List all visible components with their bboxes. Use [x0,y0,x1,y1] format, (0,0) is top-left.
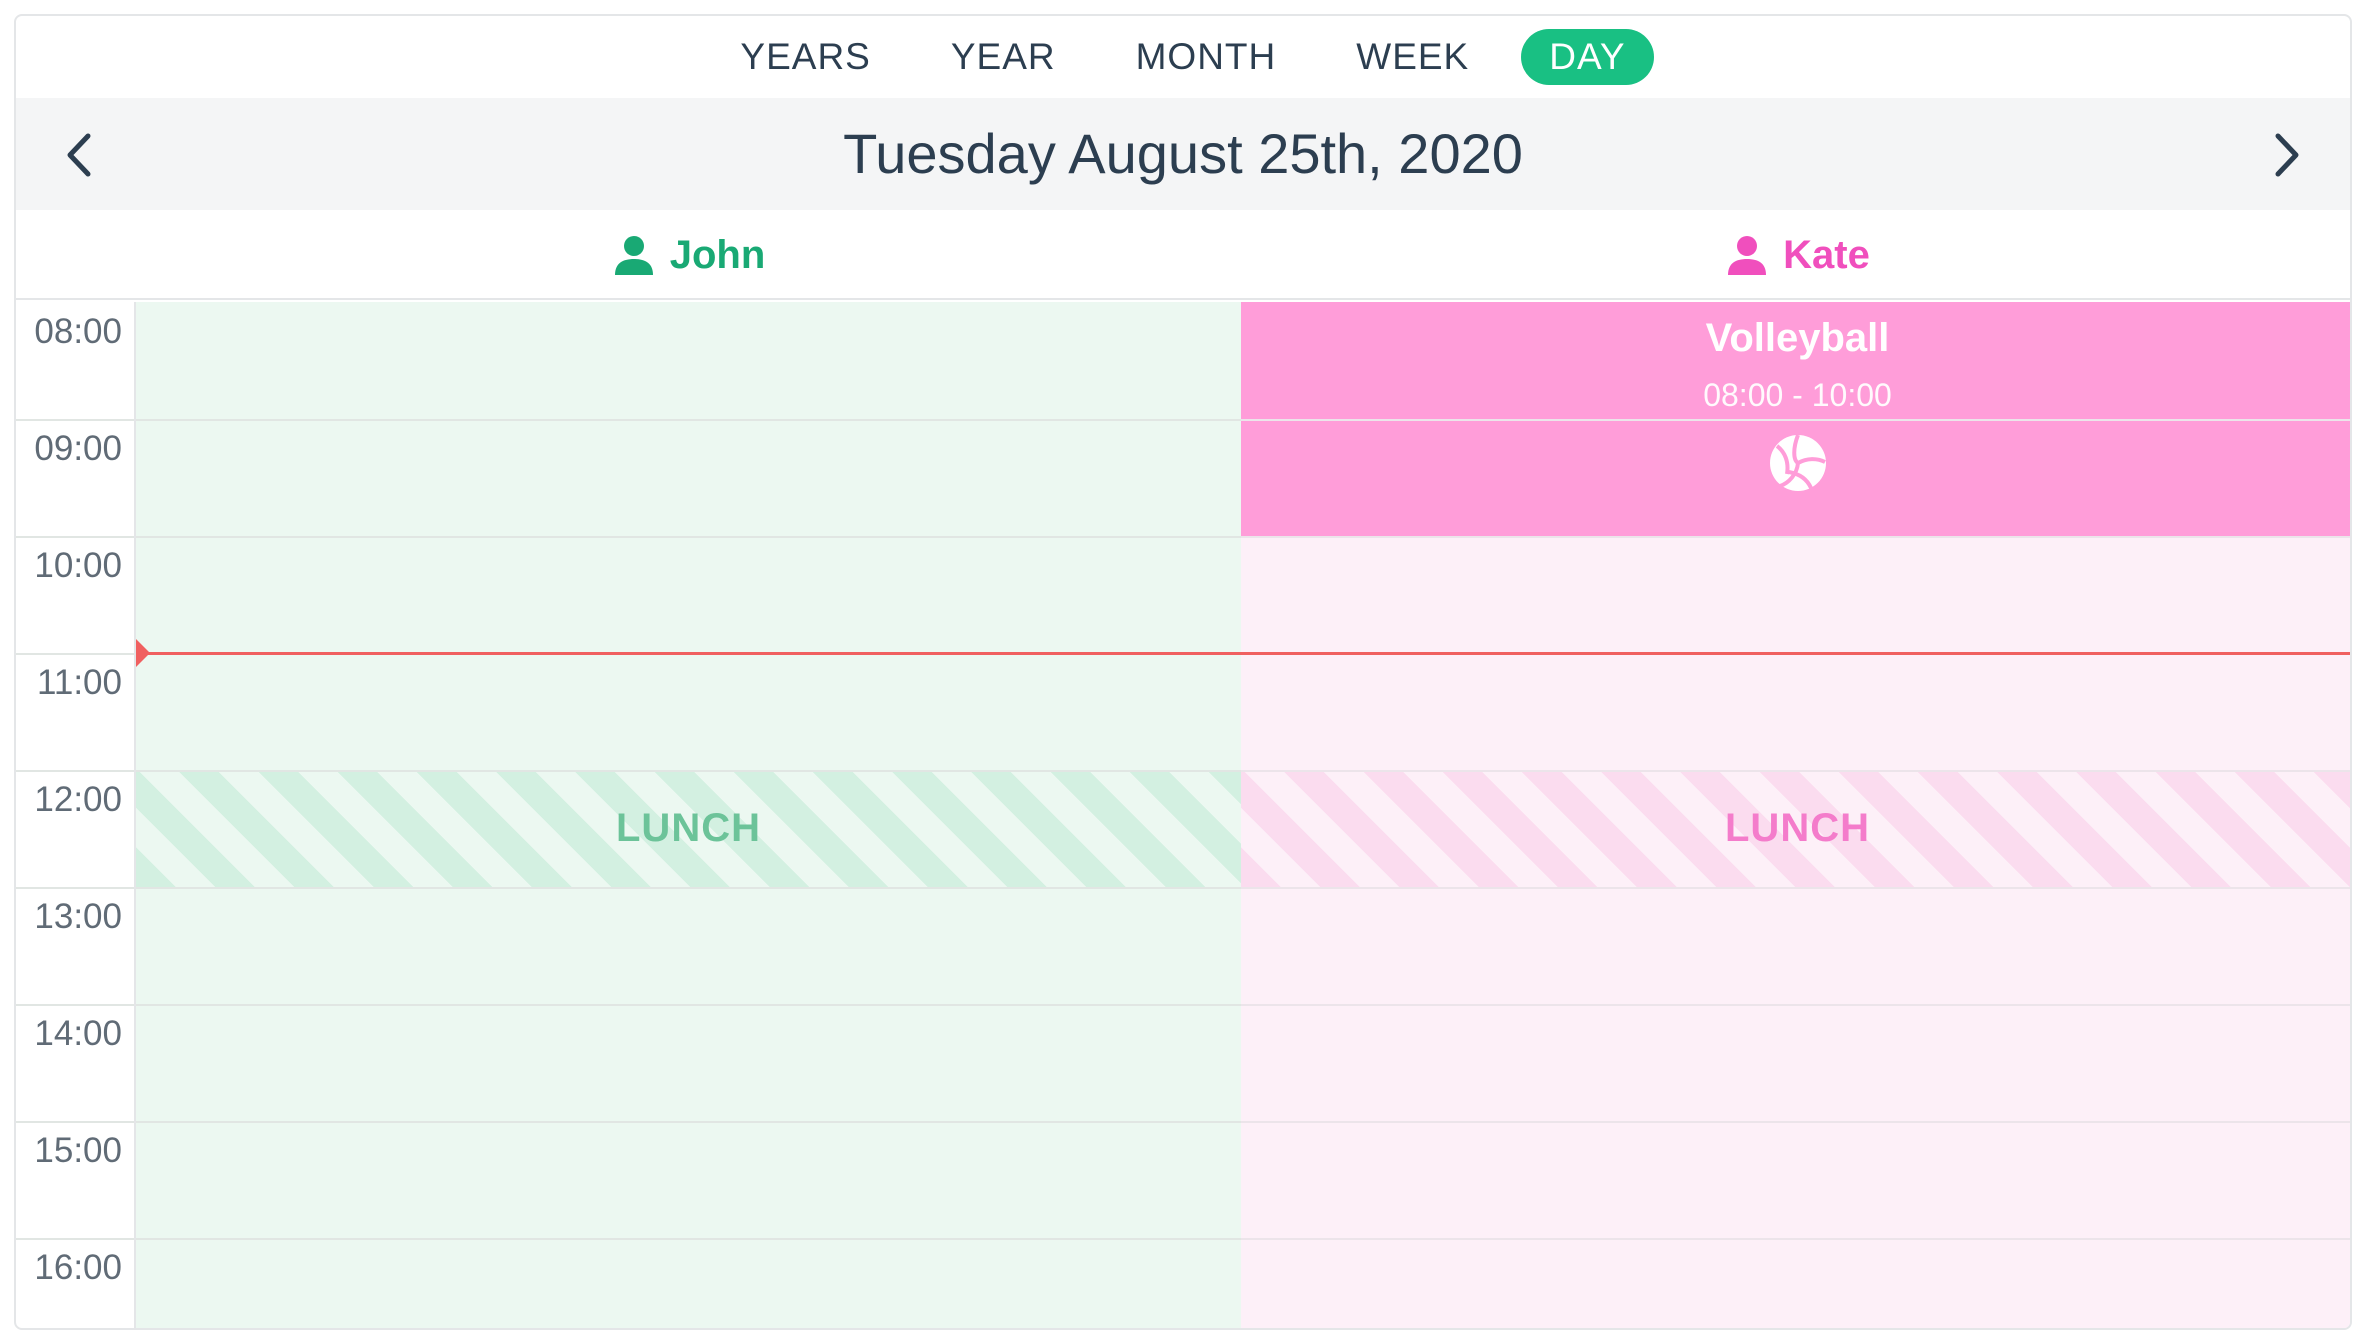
current-time-line [136,652,2350,655]
view-switcher: YEARS YEAR MONTH WEEK DAY [16,16,2350,98]
hour-line [16,1121,134,1123]
hour-line [1241,1121,2350,1123]
time-label: 13:00 [34,897,122,936]
current-time-marker [136,639,150,667]
time-label: 16:00 [34,1248,122,1287]
time-label: 15:00 [34,1131,122,1170]
view-years-button[interactable]: YEARS [712,29,898,85]
view-year-button[interactable]: YEAR [923,29,1084,85]
chevron-right-icon [2275,133,2299,177]
hour-line [1241,770,2350,772]
hour-line [136,536,1241,538]
hour-line [16,536,134,538]
person-name: John [669,232,766,277]
day-grid: 08:00 09:00 10:00 11:00 12:00 13:00 14:00 15:00… [16,302,2350,1328]
time-label: 08:00 [34,312,122,351]
time-label: 11:00 [37,663,122,702]
next-day-button[interactable] [2250,120,2320,190]
time-label: 10:00 [34,546,122,585]
calendar-frame: YEARS YEAR MONTH WEEK DAY Tuesday August… [14,14,2352,1330]
lunch-label: LUNCH [616,806,761,850]
lunch-block: LUNCH [136,770,1241,887]
hour-line [136,1238,1241,1240]
time-column: 08:00 09:00 10:00 11:00 12:00 13:00 14:00 15:00… [16,302,136,1328]
event-title: Volleyball [1705,316,1890,360]
person-header-john[interactable]: John [136,210,1241,300]
volleyball-icon [1769,434,1826,491]
hour-line [136,770,1241,772]
hour-line [136,1121,1241,1123]
hour-line [1241,1238,2350,1240]
lunch-label: LUNCH [1725,806,1870,850]
date-title: Tuesday August 25th, 2020 [843,122,1523,185]
hour-line [1241,419,2350,421]
hour-line [136,887,1241,889]
hour-line [16,419,134,421]
view-day-button[interactable]: DAY [1521,29,1654,85]
hour-line [1241,536,2350,538]
hour-line [16,887,134,889]
column-kate[interactable]: LUNCH Volleyball 08:00 - 10:00 [1241,302,2350,1328]
people-header: John Kate [16,210,2350,300]
time-label: 12:00 [34,780,122,819]
time-label: 09:00 [34,429,122,468]
hour-line [136,419,1241,421]
hour-line [16,1004,134,1006]
person-header-kate[interactable]: Kate [1241,210,2350,300]
hour-line [16,1238,134,1240]
date-navigation: Tuesday August 25th, 2020 [16,98,2350,210]
person-name: Kate [1783,232,1870,277]
hour-line [1241,1004,2350,1006]
hour-line [1241,887,2350,889]
lunch-block: LUNCH [1241,770,2350,887]
event-time: 08:00 - 10:00 [1703,377,1892,413]
view-week-button[interactable]: WEEK [1328,29,1497,85]
hour-line [16,770,134,772]
hour-line [136,1004,1241,1006]
user-icon [614,236,653,275]
view-month-button[interactable]: MONTH [1108,29,1305,85]
hour-line [16,653,134,655]
time-label: 14:00 [34,1014,122,1053]
column-john[interactable]: LUNCH [136,302,1241,1328]
user-icon [1728,236,1767,275]
